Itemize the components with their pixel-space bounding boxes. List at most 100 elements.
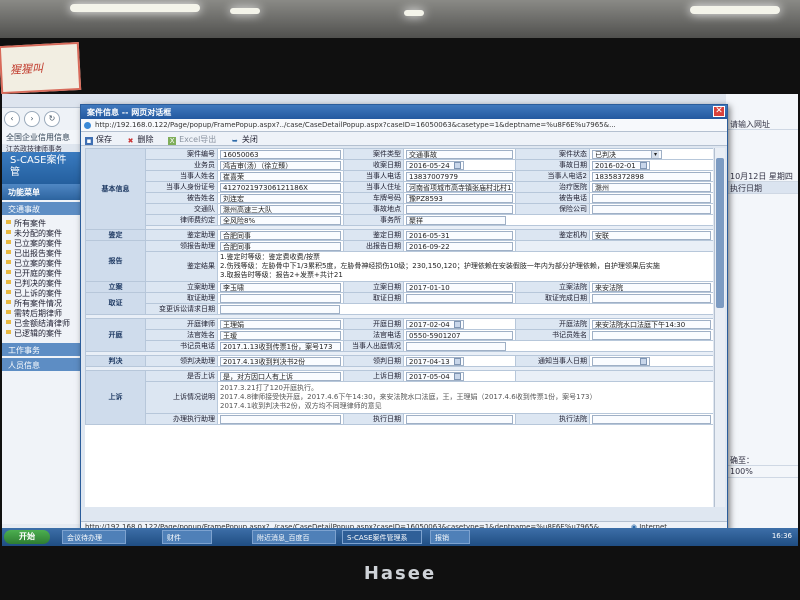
appraisal-agency-field[interactable]: 安联 [592,230,711,240]
report-assistant-field[interactable]: 合肥同事 [220,241,341,251]
appeal-date-field[interactable]: 2017-05-04 [406,371,464,381]
taskbar-item[interactable]: 会议待办理 [62,530,126,544]
calendar-icon[interactable] [454,357,461,365]
judgment-date-field[interactable]: 2017-04-13 [406,356,464,366]
exec-date-label: 执行日期 [343,413,404,425]
start-button[interactable]: 开始 [4,530,50,544]
receive-date-field[interactable]: 2016-05-24 [406,160,464,170]
party-phone-field[interactable]: 13837007979 [406,171,513,181]
menu-item[interactable]: 未分配的案件 [2,227,81,238]
exec-assistant-field[interactable] [220,414,341,424]
notify-field[interactable] [592,356,650,366]
menu-item[interactable]: 已立案的案件 [2,237,81,248]
menu-item[interactable]: 已金额结清律师 [2,317,81,328]
appraisal-assistant-field[interactable]: 合肥同事 [220,230,341,240]
zoom-level[interactable]: 100% [726,466,798,478]
case-status-label: 案件状态 [515,148,590,160]
appraisal-date-label: 鉴定日期 [343,229,404,241]
accident-date-label: 事故日期 [515,159,590,171]
police-field[interactable]: 滁州高速三大队 [220,204,341,214]
appeal-desc-textarea[interactable]: 2017.3.21打了120开庭执行。 2017.4.8律师接受快开庭，2017… [217,381,713,414]
menu-item[interactable]: 已开庭的案件 [2,267,81,278]
taskbar: 开始 会议待办理 财件 附近消息_百度百 S-CASE案件管理系 报销 16:3… [2,528,798,546]
hospital-field[interactable]: 滁州 [592,182,711,192]
taskbar-item[interactable]: 报销 [430,530,470,544]
insurer-field[interactable] [592,204,711,214]
menu-section-people[interactable]: 人员信息 [2,358,81,371]
filing-date-field[interactable]: 2017-01-10 [406,282,513,292]
filing-assistant-field[interactable]: 李玉啸 [220,282,341,292]
evidence-done-field[interactable] [592,293,711,303]
exec-court-field[interactable] [592,414,711,424]
calendar-icon[interactable] [640,357,647,365]
appeal-field[interactable]: 是，对方因口人有上诉 [220,371,341,381]
filing-court-field[interactable]: 来安法院 [592,282,711,292]
form-scrollbar[interactable] [714,148,725,507]
party-phone2-field[interactable]: 18358372898 [592,171,711,181]
result-textarea[interactable]: 1.鉴定时等级：鉴定费收费/按票 2.伤残等级：左胁骨中下1/3累积5度，左胁骨… [217,251,713,282]
accident-date-field[interactable]: 2016-02-01 [592,160,650,170]
menu-item[interactable]: 已判决的案件 [2,277,81,288]
evidence-assistant-field[interactable] [220,293,341,303]
close-icon[interactable]: ✕ [713,106,725,117]
export-button[interactable]: X Excel导出 [168,134,216,145]
business-field[interactable]: 鸿吉审(汤）（徐立臻） [220,160,341,170]
office-field[interactable]: 聚祥 [406,215,506,225]
calendar-icon[interactable] [454,161,461,169]
taskbar-item[interactable]: S-CASE案件管理系 [342,530,422,544]
forward-icon[interactable]: › [24,111,40,127]
app-brand-label: S-CASE案件管 [10,155,67,178]
appraisal-date-field[interactable]: 2016-05-31 [406,230,513,240]
report-date-field[interactable]: 2016-09-22 [406,241,513,251]
clerk-field[interactable] [592,330,711,340]
menu-item[interactable]: 已上诉的案件 [2,287,81,298]
menu-item[interactable]: 需转后期律师 [2,307,81,318]
case-type-field[interactable]: 交通事故 [406,149,513,159]
defendant-phone-field[interactable] [592,193,711,203]
taskbar-item[interactable]: 财件 [162,530,212,544]
chevron-down-icon[interactable]: ▾ [651,150,659,158]
party-id-field[interactable]: 412702197306121186X [220,182,341,192]
defendant-field[interactable]: 刘连宏 [220,193,341,203]
back-icon[interactable]: ‹ [4,111,20,127]
case-no-field[interactable]: 16050063 [220,149,341,159]
party-name-field[interactable]: 崔喜荣 [220,171,341,181]
change-claim-field[interactable] [220,304,340,314]
taskbar-item[interactable]: 附近消息_百度百 [252,530,336,544]
clerk-phone-field[interactable]: 2017.1.13收到传票1份，案号173 [220,341,341,351]
appeal-desc-line: 2017.4.1收到判决书2份，双方均不同理律师的意见 [220,402,382,410]
hearing-date-field[interactable]: 2017-02-04 [406,319,464,329]
search-hint[interactable]: 请输入网址 [726,118,798,130]
section-appraisal: 鉴定 [85,229,146,241]
close-button[interactable]: ➥ 关闭 [231,134,258,145]
evidence-date-field[interactable] [406,293,513,303]
menu-item[interactable]: 所有案件情况 [2,297,81,308]
hearing-court-label: 开庭法院 [515,318,590,330]
plate-field[interactable]: 豫PZ8593 [406,193,513,203]
save-button[interactable]: ▪ 保存 [85,134,112,145]
calendar-icon[interactable] [640,161,647,169]
menu-section-traffic[interactable]: 交通事故 [2,202,81,215]
hearing-lawyer-field[interactable]: 王理娟 [220,319,341,329]
party-attend-field[interactable] [406,341,506,351]
menu-section-work[interactable]: 工作事务 [2,343,81,356]
party-addr-field[interactable]: 河南省项城市高寺镇张庙村北村12号院 [406,182,513,192]
menu-item[interactable]: 已出报告案件 [2,247,81,258]
menu-item[interactable]: 已立案的案件 [2,257,81,268]
menu-item[interactable]: 所有案件 [2,217,81,228]
appraisal-assistant-label: 鉴定助理 [145,229,218,241]
calendar-icon[interactable] [454,372,461,380]
calendar-icon[interactable] [454,320,461,328]
delete-button[interactable]: ✖ 删除 [127,134,154,145]
accident-place-field[interactable] [406,204,513,214]
exec-date-field[interactable] [406,414,513,424]
fee-field[interactable]: 全风险8% [220,215,341,225]
menu-item[interactable]: 已逻辑的案件 [2,327,81,338]
refresh-icon[interactable]: ↻ [44,111,60,127]
judge-phone-field[interactable]: 0550-5901207 [406,330,513,340]
judgment-assistant-field[interactable]: 2017.4.13收到判决书2份 [220,356,341,366]
case-status-select[interactable]: 已判决 ▾ [592,149,662,159]
scrollbar-thumb[interactable] [716,158,724,308]
hearing-court-field[interactable]: 来安法院水口法庭下午14:30 [592,319,711,329]
judge-field[interactable]: 王瑷 [220,330,341,340]
